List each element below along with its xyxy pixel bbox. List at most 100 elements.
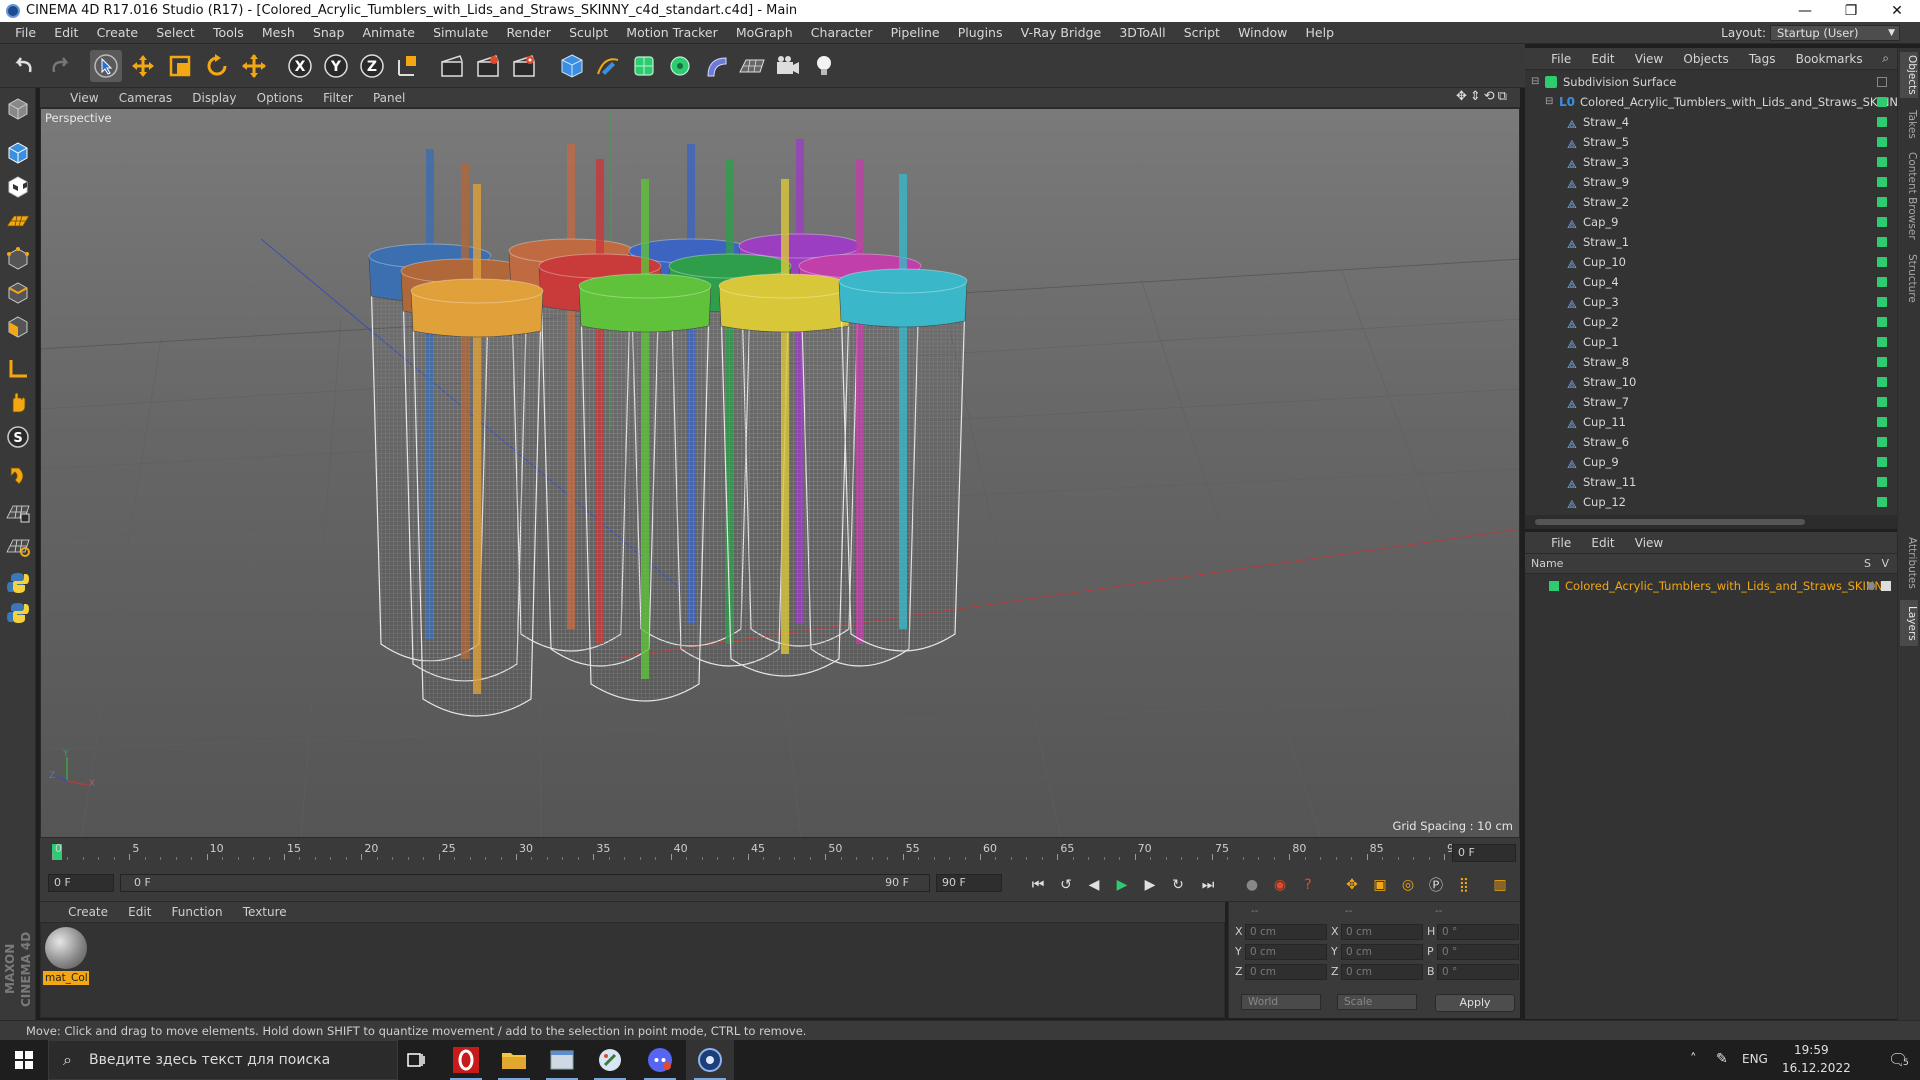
menu-pipeline[interactable]: Pipeline [884,22,947,44]
planar-workplane-button[interactable] [3,532,33,562]
tree-row-object[interactable]: ⟁ Straw_8 [1525,352,1897,372]
layer-color-swatch[interactable] [1549,581,1559,591]
tree-row-object[interactable]: ⟁ Cup_12 [1525,492,1897,512]
coord-scale-select[interactable]: Scale [1337,994,1417,1010]
viewport-navigation-icons[interactable]: ✥⇕⟲⧉ [1456,89,1510,104]
render-view-button[interactable] [436,50,468,82]
menu-animate[interactable]: Animate [356,22,422,44]
layer-color-tag[interactable] [1877,137,1887,147]
menu-vray-bridge[interactable]: V-Ray Bridge [1014,22,1109,44]
taskbar-app-3[interactable] [538,1040,586,1080]
undo-button[interactable] [8,50,40,82]
language-indicator[interactable]: ENG [1742,1052,1768,1066]
play-button[interactable]: ▶ [1110,874,1134,896]
menu-create[interactable]: Create [90,22,146,44]
render-to-picture-viewer-button[interactable] [472,50,504,82]
scale-tool-button[interactable] [164,50,196,82]
menu-script[interactable]: Script [1177,22,1227,44]
viewport-menu-display[interactable]: Display [184,88,244,108]
tree-row-object[interactable]: ⟁ Cup_9 [1525,452,1897,472]
end-frame-field[interactable]: 90 F [936,874,1002,892]
objects-menu-view[interactable]: View [1627,48,1671,70]
go-to-start-button[interactable]: ⏮ [1026,874,1050,896]
add-floor-button[interactable] [736,50,768,82]
layer-color-tag[interactable] [1877,177,1887,187]
tree-row-object[interactable]: ⟁ Cap_9 [1525,212,1897,232]
tree-row-object[interactable]: ⟁ Straw_5 [1525,132,1897,152]
pen-input-icon[interactable]: ✎ [1716,1051,1728,1067]
material-menu-edit[interactable]: Edit [120,902,159,922]
layers-menu-view[interactable]: View [1627,532,1671,554]
menu-edit[interactable]: Edit [47,22,85,44]
layers-menu-edit[interactable]: Edit [1583,532,1622,554]
objects-menu-file[interactable]: File [1543,48,1579,70]
menu-mesh[interactable]: Mesh [255,22,302,44]
coord-size-field[interactable]: 0 cm [1341,924,1423,940]
objects-menu-tags[interactable]: Tags [1741,48,1784,70]
objects-menu-bookmarks[interactable]: Bookmarks [1788,48,1871,70]
coord-size-field[interactable]: 0 cm [1341,944,1423,960]
add-subdivision-surface-button[interactable] [628,50,660,82]
add-array-button[interactable] [664,50,696,82]
layer-color-tag[interactable] [1877,497,1887,507]
viewport-menu-view[interactable]: View [62,88,106,108]
layer-color-tag[interactable] [1877,337,1887,347]
layer-solo-dot[interactable] [1867,582,1875,590]
recent-tool-button[interactable] [238,50,270,82]
layer-color-tag[interactable] [1877,457,1887,467]
key-point-level-button[interactable]: ⣿ [1452,874,1476,896]
taskbar-app-4[interactable] [586,1040,634,1080]
tree-row-object[interactable]: ⟁ Cup_3 [1525,292,1897,312]
taskbar-opera[interactable] [442,1040,490,1080]
menu-window[interactable]: Window [1231,22,1294,44]
start-button[interactable] [0,1040,48,1080]
current-frame-field[interactable]: 0 F [1452,844,1516,862]
go-to-next-frame-button[interactable]: ▶ [1138,874,1162,896]
tree-row-object[interactable]: ⟁ Straw_3 [1525,152,1897,172]
tree-row-object[interactable]: ⟁ Straw_4 [1525,112,1897,132]
texture-mode-button[interactable] [3,172,33,202]
taskbar-cinema4d[interactable] [686,1040,734,1080]
menu-sculpt[interactable]: Sculpt [562,22,615,44]
keyframe-selection-button[interactable]: ? [1296,874,1320,896]
maximize-button[interactable]: ❐ [1828,0,1874,22]
layer-color-tag[interactable] [1877,277,1887,287]
coord-rotation-field[interactable]: 0 ° [1437,944,1519,960]
layer-color-tag[interactable] [1877,237,1887,247]
viewport-menu-panel[interactable]: Panel [365,88,413,108]
tree-row-object[interactable]: ⟁ Straw_7 [1525,392,1897,412]
chevron-up-icon[interactable]: ˄ [1690,1052,1697,1067]
menu-tools[interactable]: Tools [206,22,251,44]
menu-plugins[interactable]: Plugins [951,22,1010,44]
points-mode-button[interactable] [3,244,33,274]
menu-character[interactable]: Character [804,22,880,44]
preview-range-slider[interactable]: 0 F 90 F [120,874,930,892]
redo-button[interactable] [44,50,76,82]
add-spline-pen-button[interactable] [592,50,624,82]
go-to-previous-key-button[interactable]: ↺ [1054,874,1078,896]
material-menu-create[interactable]: Create [60,902,116,922]
tab-layers[interactable]: Layers [1900,600,1918,646]
layer-color-tag[interactable] [1877,257,1887,267]
coord-position-field[interactable]: 0 cm [1245,924,1327,940]
coord-rotation-field[interactable]: 0 ° [1437,964,1519,980]
layout-select[interactable]: Startup (User) ▼ [1770,25,1900,41]
tree-row-object[interactable]: ⟁ Cup_4 [1525,272,1897,292]
tab-content-browser[interactable]: Content Browser [1900,148,1918,244]
tree-row-object[interactable]: ⟁ Straw_9 [1525,172,1897,192]
coordinate-system-button[interactable] [392,50,424,82]
layer-color-tag[interactable] [1877,417,1887,427]
search-icon[interactable]: ⌕ [1882,51,1889,66]
menu-help[interactable]: Help [1299,22,1342,44]
tree-row-object[interactable]: ⟁ Cup_1 [1525,332,1897,352]
rotate-tool-button[interactable] [201,50,233,82]
coord-size-field[interactable]: 0 cm [1341,964,1423,980]
coord-position-field[interactable]: 0 cm [1245,964,1327,980]
polygons-mode-button[interactable] [3,312,33,342]
snap-button[interactable]: S [3,422,33,452]
task-view-button[interactable] [392,1040,440,1080]
layer-color-tag[interactable] [1877,437,1887,447]
tree-row-object[interactable]: ⟁ Straw_2 [1525,192,1897,212]
objects-menu-objects[interactable]: Objects [1675,48,1736,70]
render-settings-button[interactable] [508,50,540,82]
